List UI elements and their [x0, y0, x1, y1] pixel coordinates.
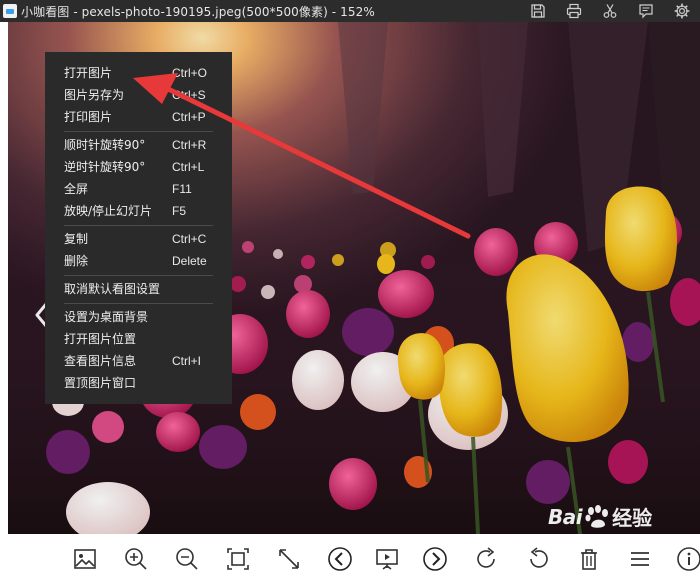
picture-icon [74, 549, 96, 569]
print-button[interactable] [556, 0, 592, 22]
menu-item-label: 顺时针旋转90° [64, 138, 146, 152]
menu-item-shortcut: Ctrl+R [172, 138, 207, 152]
menu-item-label: 查看图片信息 [64, 354, 137, 368]
menu-item[interactable]: 置顶图片窗口 [45, 372, 232, 394]
menu-item-label: 复制 [64, 232, 89, 246]
menu-item-shortcut: F11 [172, 182, 192, 196]
menu-item[interactable]: 打开图片 Ctrl+O [45, 62, 232, 84]
open-image-button[interactable] [70, 544, 100, 574]
actual-size-icon [227, 548, 249, 570]
menu-item-label: 全屏 [64, 182, 89, 196]
info-button[interactable] [674, 544, 700, 574]
menu-separator [64, 131, 213, 132]
menu-item-label: 取消默认看图设置 [64, 282, 161, 296]
app-logo-icon [3, 4, 17, 18]
baidu-watermark: Bai 经验 [548, 502, 652, 531]
menu-item-shortcut: Ctrl+C [172, 232, 207, 246]
menu-item[interactable]: 全屏 F11 [45, 178, 232, 200]
title-bar: 小咖看图 - pexels-photo-190195.jpeg(500*500像… [0, 0, 700, 22]
menu-item-label: 删除 [64, 254, 89, 268]
zoom-in-icon [125, 548, 147, 570]
menu-item[interactable]: 复制 Ctrl+C [45, 228, 232, 250]
menu-item-shortcut: Ctrl+I [172, 354, 202, 368]
menu-item[interactable]: 设置为桌面背景 [45, 306, 232, 328]
menu-item[interactable]: 查看图片信息 Ctrl+I [45, 350, 232, 372]
slideshow-icon [376, 549, 398, 570]
watermark-brand-latin: Bai [548, 504, 583, 529]
menu-item-shortcut: Ctrl+O [172, 66, 208, 80]
gear-icon [674, 3, 690, 19]
next-button[interactable] [420, 544, 450, 574]
actual-size-button[interactable] [223, 544, 253, 574]
next-icon [423, 547, 447, 571]
zoom-in-button[interactable] [121, 544, 151, 574]
title-actions [520, 0, 700, 22]
rotate-counterclockwise-icon [530, 547, 548, 568]
menu-item-shortcut: Ctrl+L [172, 160, 205, 174]
menu-item[interactable]: 放映/停止幻灯片 F5 [45, 200, 232, 222]
info-icon [677, 547, 700, 571]
previous-button[interactable] [325, 544, 355, 574]
menu-item[interactable]: 打印图片 Ctrl+P [45, 106, 232, 128]
watermark-brand-cn: 经验 [612, 506, 653, 530]
menu-item-label: 图片另存为 [64, 88, 125, 102]
menu-item[interactable]: 逆时针旋转90° Ctrl+L [45, 156, 232, 178]
rotate-counterclockwise-button[interactable] [523, 544, 553, 574]
scissors-icon [603, 4, 617, 18]
window-title: 小咖看图 - pexels-photo-190195.jpeg(500*500像… [21, 4, 375, 19]
bottom-toolbar [0, 534, 700, 580]
comment-button[interactable] [628, 0, 664, 22]
delete-icon [581, 549, 597, 570]
context-menu: 打开图片 Ctrl+O 图片另存为 Ctrl+S 打印图片 Ctrl+P 顺时针旋转90° C… [45, 52, 232, 404]
zoom-out-button[interactable] [172, 544, 202, 574]
menu-item-label: 打印图片 [64, 110, 113, 124]
menu-item[interactable]: 删除 Delete [45, 250, 232, 272]
menu-item-shortcut: F5 [172, 204, 187, 218]
menu-item[interactable]: 取消默认看图设置 [45, 278, 232, 300]
menu-item-label: 放映/停止幻灯片 [64, 204, 153, 218]
rotate-clockwise-icon [477, 547, 495, 568]
save-button[interactable] [520, 0, 556, 22]
menu-item[interactable]: 图片另存为 Ctrl+S [45, 84, 232, 106]
menu-separator [64, 225, 213, 226]
menu-icon [631, 552, 649, 566]
fit-screen-button[interactable] [274, 544, 304, 574]
comment-icon [639, 4, 653, 19]
delete-button[interactable] [574, 544, 604, 574]
cut-button[interactable] [592, 0, 628, 22]
zoom-out-icon [176, 548, 198, 570]
menu-item-shortcut: Ctrl+S [172, 88, 206, 102]
previous-icon [328, 547, 352, 571]
menu-item-label: 打开图片 [64, 66, 113, 80]
fit-screen-icon [279, 549, 299, 569]
menu-item-label: 置顶图片窗口 [64, 376, 137, 390]
menu-item-shortcut: Delete [172, 254, 207, 268]
rotate-clockwise-button[interactable] [472, 544, 502, 574]
menu-button[interactable] [625, 544, 655, 574]
menu-item-label: 打开图片位置 [64, 332, 137, 346]
menu-item-label: 逆时针旋转90° [64, 160, 146, 174]
menu-item[interactable]: 顺时针旋转90° Ctrl+R [45, 134, 232, 156]
menu-separator [64, 303, 213, 304]
slideshow-button[interactable] [372, 544, 402, 574]
menu-separator [64, 275, 213, 276]
save-icon [531, 4, 545, 18]
paw-logo-icon [585, 504, 609, 528]
menu-item-shortcut: Ctrl+P [172, 110, 206, 124]
menu-item[interactable]: 打开图片位置 [45, 328, 232, 350]
print-icon [566, 3, 582, 19]
menu-item-label: 设置为桌面背景 [64, 310, 149, 324]
settings-button[interactable] [664, 0, 700, 22]
